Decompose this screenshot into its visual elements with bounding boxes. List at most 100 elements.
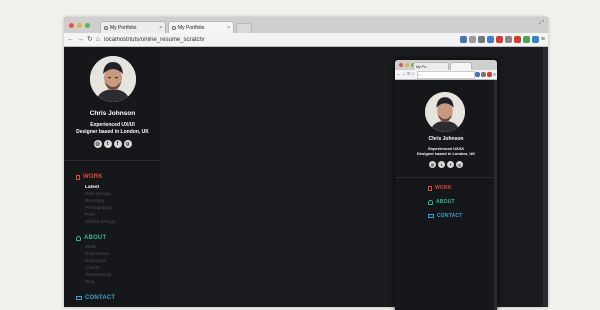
profile-tagline: Experienced UX/UI Designer based in Lond… [64,122,161,136]
twitter-icon[interactable]: t [438,161,445,168]
sub-item-print[interactable]: Print [85,212,115,219]
browser-tab-active[interactable]: My Portfolio × [168,21,234,33]
extension-icon[interactable] [504,36,512,43]
nav-about[interactable]: ABOUT [76,235,106,241]
extension-icon[interactable] [522,36,530,43]
extension-icon[interactable] [487,72,493,77]
extension-icon[interactable] [475,72,481,77]
document-icon [428,185,432,191]
close-window-button[interactable] [399,63,403,67]
dribbble-icon[interactable]: ◎ [93,140,102,148]
menu-icon[interactable]: ≡ [493,72,496,78]
tab-title: My Po... [416,64,429,69]
extension-icon[interactable] [531,36,539,43]
reload-icon[interactable]: ↻ [407,72,411,77]
extension-icon[interactable] [486,36,494,43]
back-arrow-icon[interactable]: ← [396,72,401,77]
nav-contact-label: CONTACT [85,295,116,301]
page-favicon-icon [172,25,176,30]
tab-title: My Portfolio [178,24,205,31]
forward-arrow-icon[interactable]: → [77,36,84,43]
scrollbar[interactable] [494,80,497,310]
new-tab-button[interactable] [236,23,252,33]
divider [64,160,161,161]
googleplus-icon[interactable]: g [456,161,463,168]
avatar [90,56,136,102]
sub-item-experience[interactable]: Experience [85,251,111,258]
home-icon[interactable]: ⌂ [412,72,415,77]
social-links: ◎ t f g [64,140,161,148]
mail-icon [76,296,82,300]
sub-item-clients[interactable]: Clients [85,265,111,272]
responsive-browser-window: My Po... ← → ↻ ⌂ l... ≡ Chris Johnson Ex… [395,60,497,310]
fullscreen-icon[interactable]: ⤢ [539,20,544,27]
address-bar[interactable]: l... [416,70,476,79]
avatar [425,92,465,132]
profile-name: Chris Johnson [428,136,464,142]
tab-title: My Portfolio [110,24,137,31]
address-bar[interactable]: localhost/tuts/online_resume_scratch/ [104,37,460,43]
nav-work[interactable]: WORK [428,185,452,191]
nav-work-label: WORK [435,185,452,191]
reload-icon[interactable]: ↻ [87,36,93,43]
extension-icon[interactable] [513,36,521,43]
tab-bar: My Po... [395,60,497,70]
googleplus-icon[interactable]: g [123,140,132,148]
back-arrow-icon[interactable]: ← [67,36,74,43]
divider [395,177,497,178]
sub-item-latest[interactable]: Latest [85,184,115,191]
document-icon [76,174,80,180]
sub-item-testimonials[interactable]: Testimonials [85,272,111,279]
scrollbar[interactable] [543,47,548,307]
browser-tab[interactable]: My Portfolio × [100,21,166,33]
sub-item-branding[interactable]: Branding [85,198,115,205]
profile-name: Chris Johnson [89,110,136,117]
social-links: ◎ t f g [395,161,497,168]
user-icon [428,199,433,205]
extension-icon[interactable] [495,36,503,43]
user-icon [76,235,81,241]
home-icon[interactable]: ⌂ [96,36,100,43]
sub-item-photography[interactable]: Photography [85,205,115,212]
forward-arrow-icon[interactable]: → [402,72,407,77]
nav-contact[interactable]: CONTACT [428,213,462,219]
close-window-button[interactable] [69,23,74,28]
sub-item-web-design[interactable]: Web Design [85,191,115,198]
about-submenu: Skills Experience Education Clients Test… [85,244,111,286]
nav-about[interactable]: ABOUT [428,199,455,205]
tab-close-icon[interactable]: × [227,25,230,31]
minimize-window-button[interactable] [405,63,409,67]
tab-close-icon[interactable]: × [159,25,162,31]
browser-tab[interactable]: My Po... [413,62,449,70]
wrench-icon[interactable] [477,36,485,43]
nav-work-label: WORK [83,174,103,180]
portfolio-sidebar: Chris Johnson Experienced UX/UI Designer… [64,47,162,307]
sub-item-skills[interactable]: Skills [85,244,111,251]
nav-contact[interactable]: CONTACT [76,295,115,301]
sub-item-blog[interactable]: Blog [85,279,111,286]
nav-about-label: ABOUT [84,235,107,241]
tagline-line-2: Designer based in London, UK [416,151,476,157]
nav-about-label: ABOUT [436,199,455,205]
extension-icon[interactable] [459,36,467,43]
twitter-icon[interactable]: t [103,140,112,148]
portfolio-sidebar-mobile: Chris Johnson Experienced UX/UI Designer… [395,80,497,310]
nav-work[interactable]: WORK [76,174,103,180]
bookmark-star-icon[interactable] [468,36,476,43]
sub-item-education[interactable]: Education [85,258,111,265]
tab-bar: My Portfolio × My Portfolio × ⤢ [64,17,548,33]
wrench-icon[interactable] [481,72,487,77]
profile-photo [90,56,136,102]
sub-item-mobile-design[interactable]: Mobile Design [85,219,115,226]
browser-toolbar: ← → ↻ ⌂ localhost/tuts/online_resume_scr… [64,33,548,47]
tagline-line-2: Designer based in London, UK [76,128,149,135]
menu-icon[interactable]: ≡ [541,36,545,43]
facebook-icon[interactable]: f [447,161,454,168]
minimize-window-button[interactable] [77,23,82,28]
facebook-icon[interactable]: f [113,140,122,148]
page-favicon-icon [104,25,108,30]
work-submenu: Latest Web Design Branding Photography P… [85,184,115,226]
dribbble-icon[interactable]: ◎ [429,161,436,168]
browser-tab-active[interactable] [450,62,472,70]
maximize-window-button[interactable] [85,23,90,28]
